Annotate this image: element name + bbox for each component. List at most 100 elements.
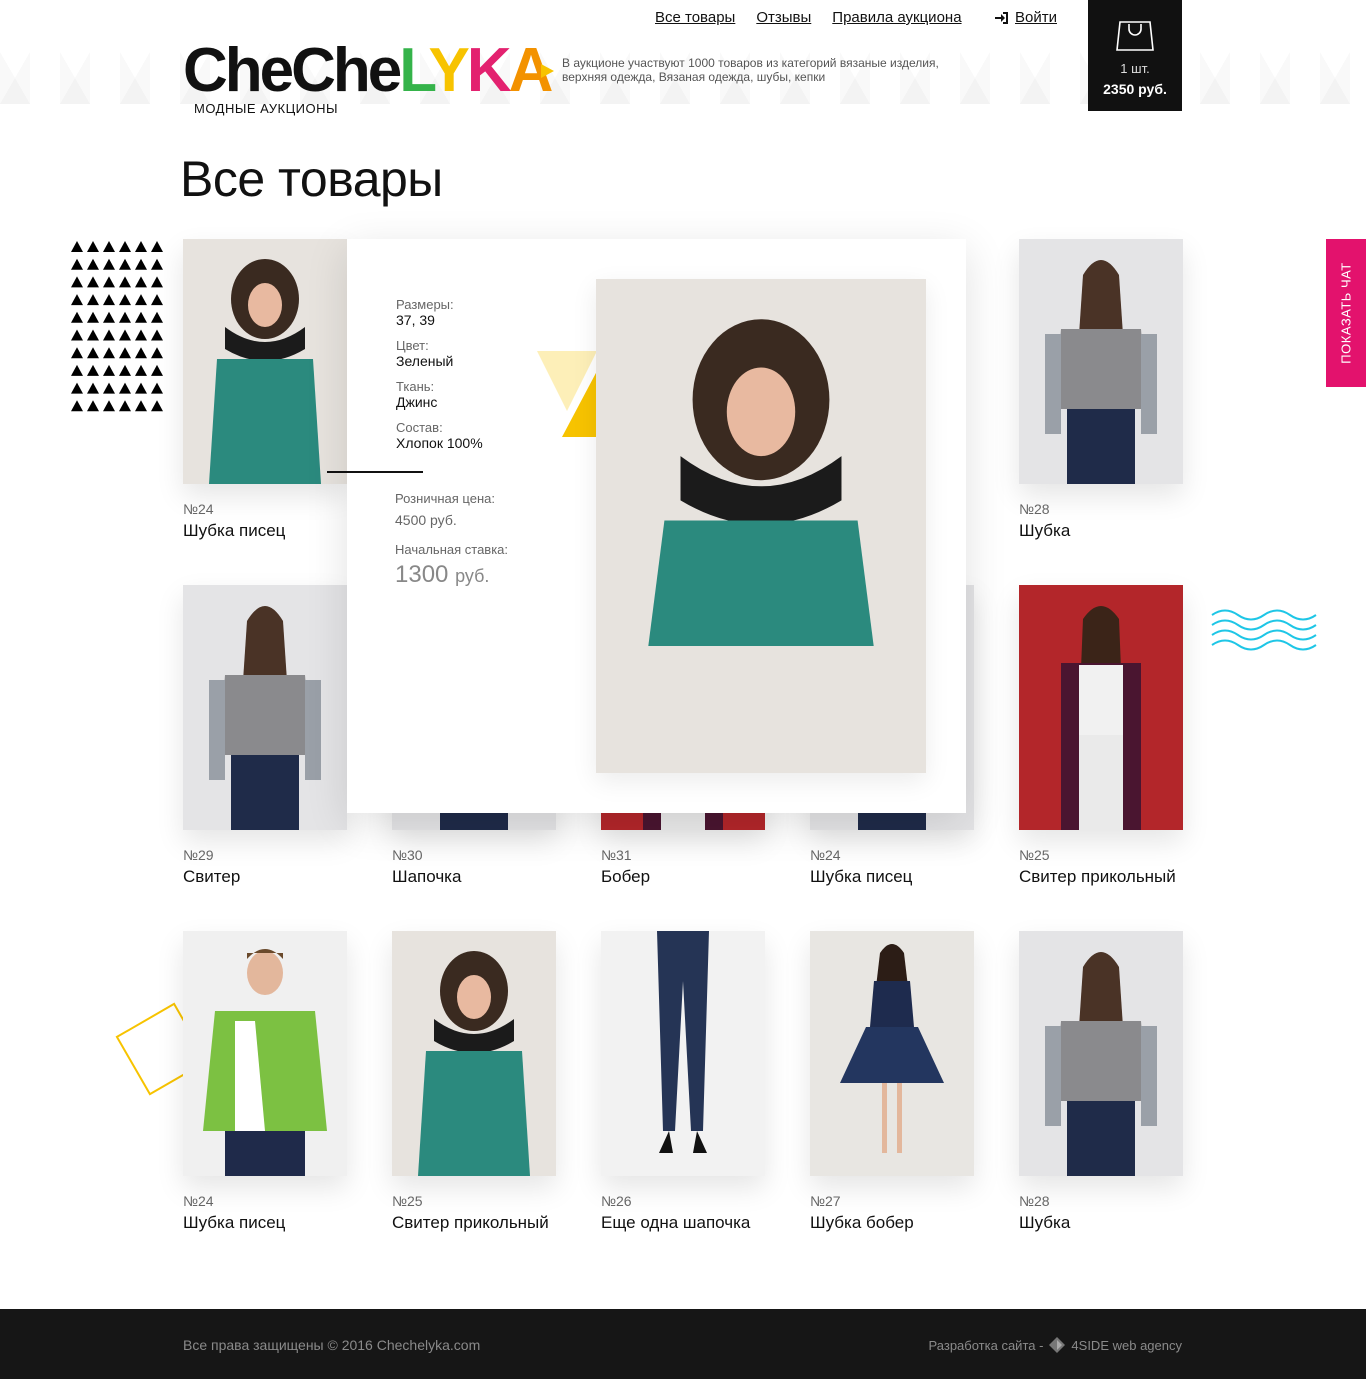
product-number: №28 [1019,1193,1050,1209]
product-attributes: Размеры: 37, 39 Цвет: Зеленый Ткань: Джи… [396,297,483,461]
product-number: №24 [183,1193,214,1209]
auction-description: В аукционе участвуют 1000 товаров из кат… [562,56,939,84]
product-photo[interactable] [183,585,347,830]
product-number: №28 [1019,501,1050,517]
login-link[interactable]: Войти [995,9,1057,26]
product-name[interactable]: Свитер прикольный [1019,867,1183,887]
product-photo[interactable] [392,931,556,1176]
play-arrow-icon [541,64,554,78]
developer-agency: 4SIDE web agency [1071,1337,1182,1353]
triangle-mark [103,382,115,394]
triangle-mark [87,400,99,412]
login-icon [995,11,1008,24]
developer-credit[interactable]: Разработка сайта - 4SIDE web agency [929,1337,1182,1353]
product-name[interactable]: Шубка [1019,521,1183,541]
triangle-mark [135,400,147,412]
yellow-triangle-decoration [537,351,597,437]
product-name[interactable]: Шапочка [392,867,556,887]
product-card[interactable]: №25 Свитер прикольный [392,931,556,1233]
product-number: №30 [392,847,423,863]
triangle-mark [71,382,83,394]
triangle-mark [151,347,163,359]
product-name[interactable]: Шубка бобер [810,1213,974,1233]
fabric-label: Ткань: [396,379,435,394]
triangle-mark [135,329,147,341]
price-block: Розничная цена: 4500 руб. Начальная став… [395,491,508,589]
nav-reviews[interactable]: Отзывы [756,9,811,26]
triangle-mark [103,276,115,288]
triangle-mark [119,276,131,288]
triangle-mark [151,241,163,252]
triangle-mark [151,382,163,394]
product-number: №27 [810,1193,841,1209]
product-name[interactable]: Шубка писец [183,521,347,541]
product-photo[interactable] [601,931,765,1176]
triangle-mark [151,258,163,270]
triangle-mark [151,364,163,376]
triangle-mark [135,294,147,306]
show-chat-label: ПОКАЗАТЬ ЧАТ [1338,262,1354,364]
product-card[interactable]: №25 Свитер прикольный [1019,585,1183,887]
product-card[interactable]: №28 Шубка [1019,239,1183,541]
product-card[interactable]: №28 Шубка [1019,931,1183,1233]
triangle-mark [103,258,115,270]
triangle-mark [87,311,99,323]
triangle-mark [151,311,163,323]
developer-label: Разработка сайта - [928,1337,1044,1353]
nav-all-products[interactable]: Все товары [655,9,735,26]
product-number: №25 [1019,847,1050,863]
product-name[interactable]: Шубка писец [810,867,974,887]
product-main-photo[interactable] [596,279,926,773]
product-card[interactable]: №24 Шубка писец [183,931,347,1233]
triangle-mark [87,329,99,341]
product-number: №26 [601,1193,632,1209]
product-photo[interactable] [1019,585,1183,830]
triangle-mark [151,400,163,412]
product-name[interactable]: Шубка писец [183,1213,347,1233]
triangle-mark [87,294,99,306]
triangle-mark [135,241,147,252]
product-number: №24 [183,501,214,517]
cart-widget[interactable]: 1 шт. 2350 руб. [1088,0,1182,111]
page-title: Все товары [180,151,443,207]
logo-tagline: МОДНЫЕ АУКЦИОНЫ [194,101,339,116]
triangle-mark [119,400,131,412]
triangle-mark [87,276,99,288]
triangle-mark [119,382,131,394]
triangle-mark [119,329,131,341]
product-photo[interactable] [183,239,347,484]
product-photo[interactable] [183,931,347,1176]
product-photo[interactable] [1019,239,1183,484]
sizes-label: Размеры: [396,297,454,312]
product-photo[interactable] [810,931,974,1176]
retail-price-label: Розничная цена: [395,491,495,506]
triangle-mark [71,347,83,359]
triangle-mark [103,311,115,323]
triangle-mark [71,364,83,376]
logo-wordmark: CheCheLYKA [183,36,553,105]
product-photo[interactable] [1019,931,1183,1176]
triangle-mark [135,311,147,323]
triangle-mark [119,347,131,359]
product-name[interactable]: Свитер [183,867,347,887]
product-name[interactable]: Еще одна шапочка [601,1213,765,1233]
cart-quantity: 1 шт. [1120,61,1150,76]
nav-auction-rules[interactable]: Правила аукциона [832,9,961,26]
product-name[interactable]: Бобер [601,867,765,887]
site-logo[interactable]: CheCheLYKA МОДНЫЕ АУКЦИОНЫ [183,38,553,118]
product-card[interactable]: №29 Свитер [183,585,347,887]
product-number: №29 [183,847,214,863]
product-card[interactable]: №26 Еще одна шапочка [601,931,765,1233]
triangle-mark [87,347,99,359]
triangle-mark [71,400,83,412]
product-card[interactable]: №24 Шубка писец [183,239,347,541]
triangle-mark [103,241,115,252]
product-name[interactable]: Шубка [1019,1213,1183,1233]
cart-total: 2350 руб. [1103,81,1167,97]
triangle-mark [135,258,147,270]
product-name[interactable]: Свитер прикольный [392,1213,556,1233]
triangle-mark [71,241,83,252]
product-card[interactable]: №27 Шубка бобер [810,931,974,1233]
composition-label: Состав: [396,420,443,435]
show-chat-button[interactable]: ПОКАЗАТЬ ЧАТ [1326,239,1366,387]
